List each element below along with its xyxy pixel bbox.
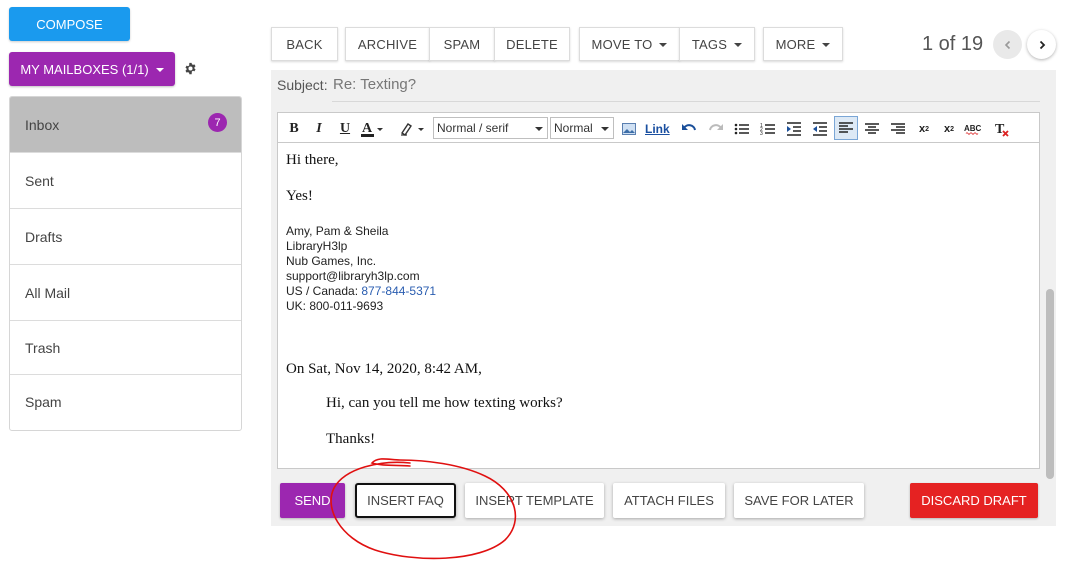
quote-header: On Sat, Nov 14, 2020, 8:42 AM, — [286, 361, 482, 377]
my-mailboxes-label: MY MAILBOXES (1/1) — [20, 61, 149, 77]
numbered-list-icon[interactable]: 123 — [758, 118, 778, 140]
attach-files-button[interactable]: ATTACH FILES — [613, 483, 725, 518]
editor-toolbar: B I U A Normal / serif Normal Link 123 x… — [277, 112, 1040, 143]
folder-label: Trash — [25, 339, 61, 356]
back-button[interactable]: BACK — [271, 27, 338, 61]
spam-button[interactable]: SPAM — [429, 27, 495, 61]
tags-label: TAGS — [691, 36, 728, 52]
image-icon[interactable] — [619, 118, 639, 140]
folder-item-drafts[interactable]: Drafts — [10, 209, 241, 265]
font-size-value: Normal — [554, 121, 593, 135]
folder-list: Inbox 7 Sent Drafts All Mail Trash Spam — [9, 96, 242, 431]
outdent-icon[interactable] — [810, 118, 830, 140]
font-family-value: Normal / serif — [437, 121, 509, 135]
redo-icon[interactable] — [706, 118, 726, 140]
font-family-select[interactable]: Normal / serif — [433, 117, 548, 139]
svg-text:ABC: ABC — [964, 124, 982, 133]
caret-down-icon — [734, 43, 743, 47]
bullet-list-icon[interactable] — [732, 118, 752, 140]
gear-icon[interactable] — [182, 60, 198, 76]
signature-company: Nub Games, Inc. — [286, 254, 377, 268]
folder-label: All Mail — [25, 284, 71, 301]
subject-divider — [332, 101, 1040, 102]
folder-item-inbox[interactable]: Inbox 7 — [10, 97, 241, 153]
us-phone-link[interactable]: 877-844-5371 — [361, 284, 436, 298]
indent-icon[interactable] — [784, 118, 804, 140]
signature-us-phone-line: US / Canada: 877-844-5371 — [286, 284, 436, 299]
folder-label: Inbox — [25, 116, 60, 133]
reply-text: Yes! — [286, 188, 313, 204]
tags-dropdown[interactable]: TAGS — [679, 27, 755, 61]
folder-label: Spam — [25, 394, 62, 410]
bold-icon[interactable]: B — [284, 118, 304, 140]
delete-button[interactable]: DELETE — [494, 27, 570, 61]
link-button[interactable]: Link — [645, 118, 670, 140]
save-for-later-button[interactable]: SAVE FOR LATER — [734, 483, 864, 518]
underline-icon[interactable]: U — [335, 118, 355, 140]
archive-button[interactable]: ARCHIVE — [345, 27, 430, 61]
signature-us-prefix: US / Canada: — [286, 284, 362, 298]
svg-text:A: A — [362, 121, 373, 136]
more-dropdown[interactable]: MORE — [763, 27, 843, 61]
editor-scrollbar-thumb[interactable] — [1046, 289, 1054, 479]
signature-org: LibraryH3lp — [286, 239, 348, 253]
subject-input[interactable]: Re: Texting? — [333, 76, 416, 93]
previous-page-button[interactable] — [993, 30, 1022, 59]
signature-email: support@libraryh3lp.com — [286, 269, 420, 283]
subject-label: Subject: — [277, 77, 328, 93]
subscript-icon[interactable]: x2 — [914, 118, 934, 140]
insert-faq-button[interactable]: INSERT FAQ — [355, 483, 456, 518]
folder-label: Sent — [25, 172, 54, 189]
caret-down-icon — [535, 127, 543, 131]
next-page-button[interactable] — [1027, 30, 1056, 59]
align-right-icon[interactable] — [888, 118, 908, 140]
insert-template-button[interactable]: INSERT TEMPLATE — [465, 483, 604, 518]
spellcheck-icon[interactable]: ABC — [964, 118, 984, 140]
signature-block: Amy, Pam & Sheila LibraryH3lp Nub Games,… — [286, 224, 436, 314]
align-center-icon[interactable] — [862, 118, 882, 140]
caret-down-icon — [601, 127, 609, 131]
send-button[interactable]: SEND — [280, 483, 345, 518]
compose-button[interactable]: COMPOSE — [9, 7, 130, 41]
pagination-text: 1 of 19 — [922, 33, 984, 55]
chevron-right-icon — [1039, 40, 1045, 49]
greeting-text: Hi there, — [286, 152, 339, 168]
undo-icon[interactable] — [679, 118, 699, 140]
my-mailboxes-dropdown[interactable]: MY MAILBOXES (1/1) — [9, 52, 175, 86]
signature-names: Amy, Pam & Sheila — [286, 224, 389, 238]
folder-item-trash[interactable]: Trash — [10, 321, 241, 375]
folder-item-spam[interactable]: Spam — [10, 375, 241, 429]
caret-down-icon — [822, 43, 831, 47]
highlight-icon[interactable] — [398, 118, 426, 140]
svg-text:3: 3 — [760, 131, 763, 136]
folder-label: Drafts — [25, 228, 63, 245]
chevron-left-icon — [1004, 40, 1010, 49]
caret-down-icon — [659, 43, 668, 47]
folder-item-sent[interactable]: Sent — [10, 153, 241, 209]
quoted-message-line: Thanks! — [326, 431, 376, 447]
discard-draft-button[interactable]: DISCARD DRAFT — [910, 483, 1038, 518]
more-label: MORE — [775, 36, 816, 52]
caret-down-icon — [155, 68, 164, 72]
superscript-icon[interactable]: x2 — [939, 118, 959, 140]
italic-icon[interactable]: I — [309, 118, 329, 140]
clear-format-icon[interactable]: T — [992, 118, 1012, 140]
text-color-icon[interactable]: A — [360, 118, 386, 140]
message-editor[interactable]: Hi there, Yes! Amy, Pam & Sheila Library… — [277, 143, 1040, 469]
unread-count-badge: 7 — [208, 113, 227, 132]
folder-item-all-mail[interactable]: All Mail — [10, 265, 241, 321]
quoted-message-line: Hi, can you tell me how texting works? — [326, 395, 563, 411]
align-left-icon[interactable] — [834, 116, 858, 140]
font-size-select[interactable]: Normal — [550, 117, 614, 139]
move-to-dropdown[interactable]: MOVE TO — [579, 27, 680, 61]
signature-uk-phone: UK: 800-011-9693 — [286, 299, 384, 313]
move-to-label: MOVE TO — [591, 36, 653, 52]
